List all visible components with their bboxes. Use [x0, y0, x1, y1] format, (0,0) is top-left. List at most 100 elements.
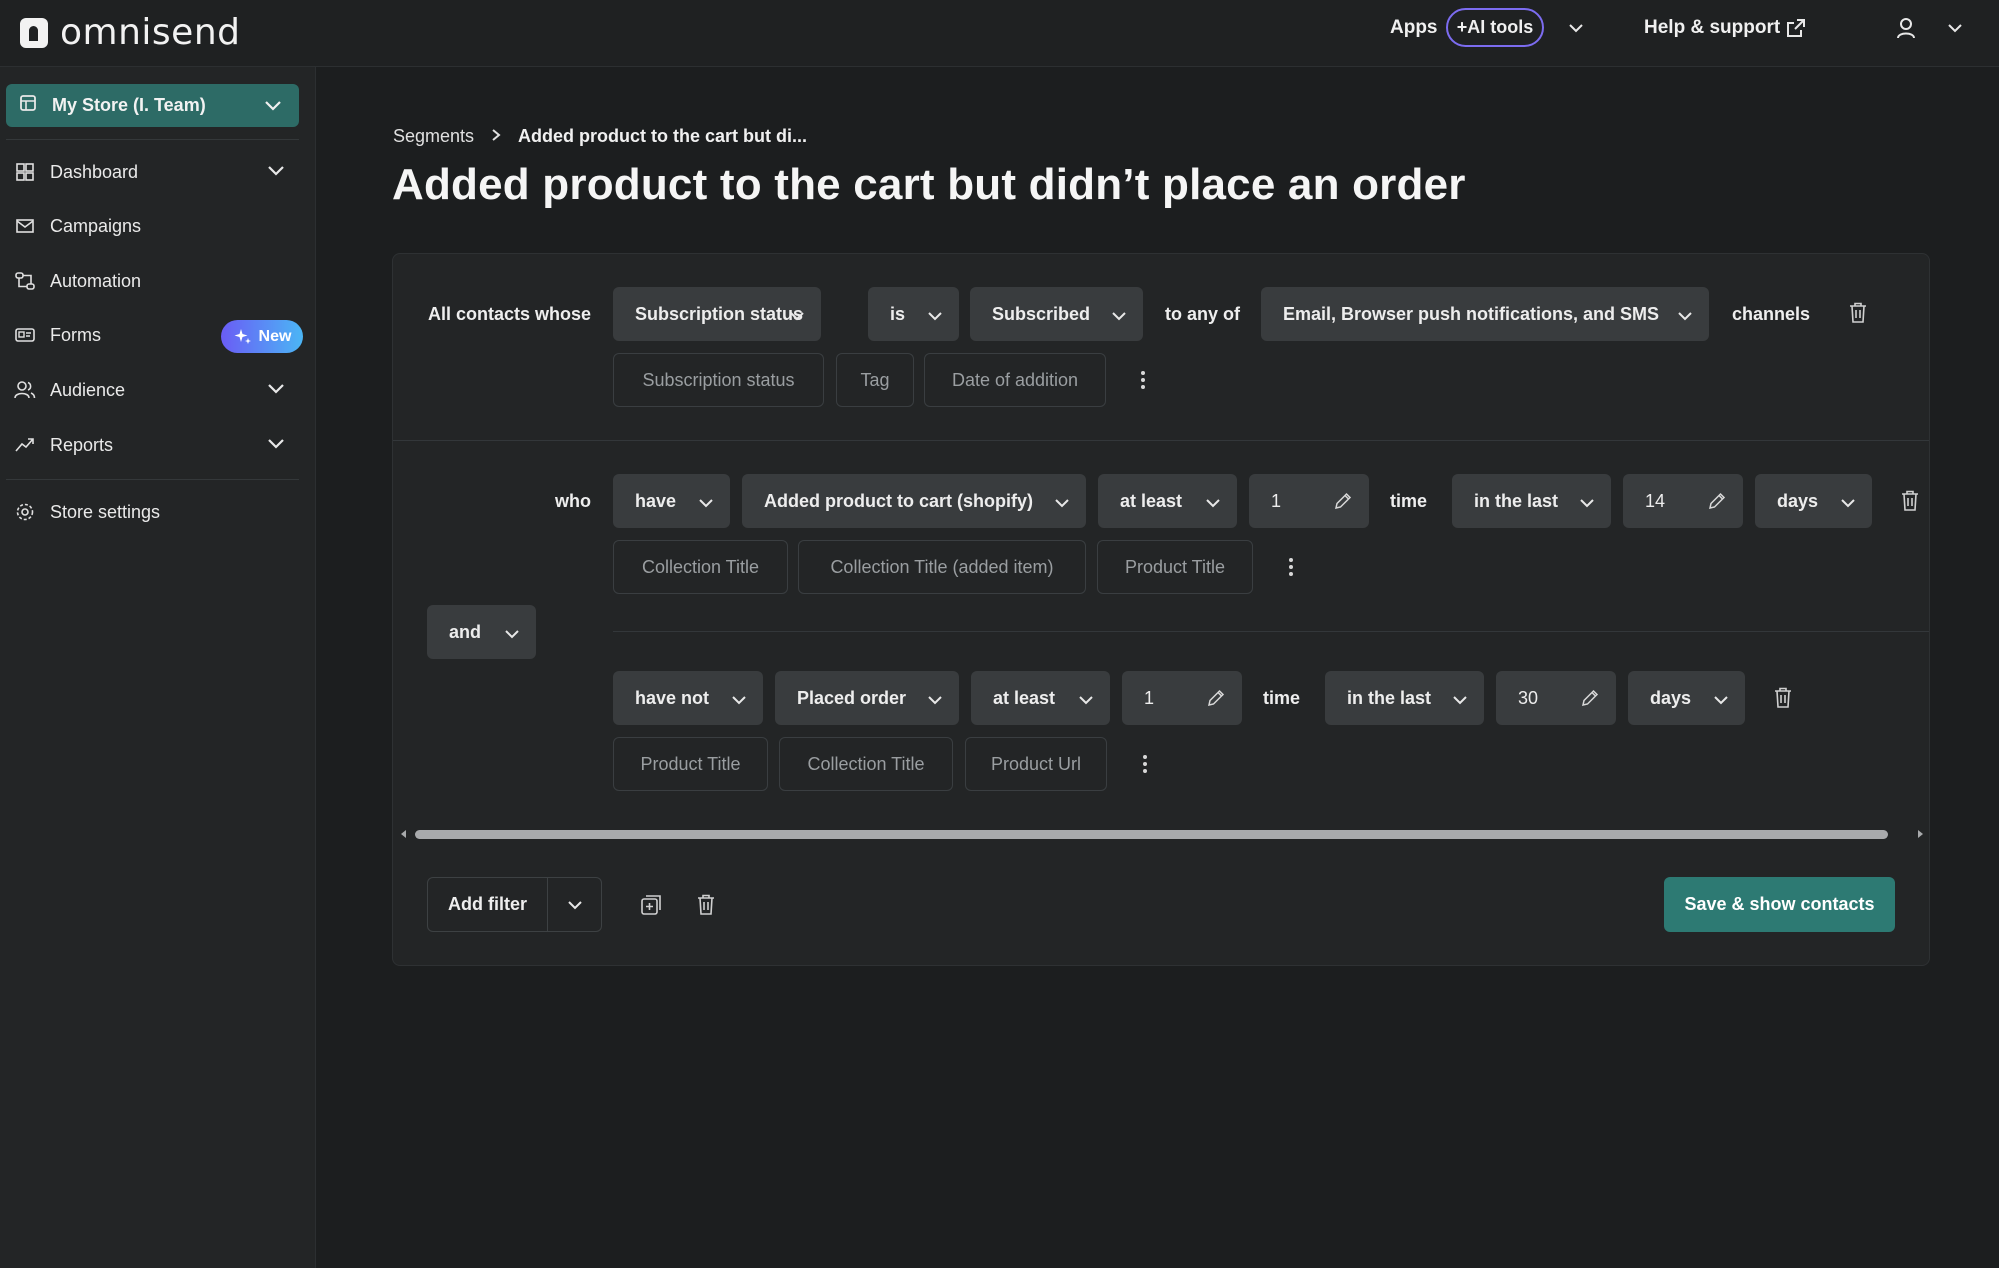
more-options-icon[interactable]: [1135, 749, 1155, 779]
forms-icon: [14, 324, 36, 346]
mail-icon: [14, 215, 36, 237]
count-input[interactable]: 1: [1122, 671, 1242, 725]
suggestion-chip[interactable]: Tag: [836, 353, 914, 407]
chevron-down-icon: [789, 307, 805, 328]
save-show-contacts-button[interactable]: Save & show contacts: [1664, 877, 1895, 932]
apps-menu[interactable]: Apps: [1390, 17, 1438, 39]
unit-select[interactable]: days: [1628, 671, 1745, 725]
ai-tools-button[interactable]: +AI tools: [1446, 8, 1544, 47]
sparkle-icon: [234, 328, 251, 344]
chevron-down-icon: [1840, 494, 1856, 515]
have-not-select[interactable]: have not: [613, 671, 763, 725]
sidebar-item-automation[interactable]: Automation: [14, 263, 304, 299]
add-filter-dropdown[interactable]: [548, 878, 601, 931]
chevron-down-icon[interactable]: [266, 435, 286, 458]
suggestion-chip[interactable]: Product Title: [613, 737, 768, 791]
suggestion-chip[interactable]: Date of addition: [924, 353, 1106, 407]
frequency-select[interactable]: at least: [971, 671, 1110, 725]
suggestion-chip[interactable]: Product Url: [965, 737, 1107, 791]
chevron-down-icon[interactable]: [1945, 18, 1965, 43]
dashboard-icon: [14, 161, 36, 183]
sidebar-item-label: Dashboard: [50, 161, 139, 182]
automation-icon: [14, 270, 36, 292]
trash-icon[interactable]: [1774, 687, 1792, 714]
pencil-icon: [1580, 688, 1600, 713]
unit-select[interactable]: days: [1755, 474, 1872, 528]
external-link-icon[interactable]: [1784, 16, 1808, 45]
trash-icon[interactable]: [1901, 490, 1919, 517]
chevron-down-icon: [927, 691, 943, 712]
help-support-link[interactable]: Help & support: [1644, 17, 1780, 39]
chevron-down-icon[interactable]: [266, 380, 286, 403]
chevron-down-icon: [927, 307, 943, 328]
chevron-down-icon: [1078, 691, 1094, 712]
range-select[interactable]: in the last: [1325, 671, 1484, 725]
suggestion-chip[interactable]: Collection Title: [613, 540, 788, 594]
suggestion-chip[interactable]: Collection Title: [779, 737, 953, 791]
row-divider: [613, 631, 1929, 632]
time-label: time: [1390, 491, 1428, 511]
chevron-down-icon: [1579, 494, 1595, 515]
horizontal-scrollbar[interactable]: [397, 826, 1927, 842]
suggestion-chip[interactable]: Product Title: [1097, 540, 1253, 594]
chevron-down-icon[interactable]: [1566, 18, 1586, 43]
logic-operator-select[interactable]: and: [427, 605, 536, 659]
sidebar-item-campaigns[interactable]: Campaigns: [14, 208, 304, 244]
duplicate-icon[interactable]: [640, 894, 662, 921]
omnisend-logo[interactable]: omnisend: [20, 12, 240, 53]
count-input[interactable]: 1: [1249, 474, 1369, 528]
page-title: Added product to the cart but didn’t pla…: [392, 160, 1466, 209]
range-select[interactable]: in the last: [1452, 474, 1611, 528]
user-account-icon[interactable]: [1896, 17, 1916, 44]
operator-select[interactable]: is: [868, 287, 959, 341]
scroll-left-icon: [401, 830, 406, 838]
event-select[interactable]: Added product to cart (shopify): [742, 474, 1086, 528]
top-bar: omnisend Apps +AI tools Help & support: [0, 0, 1999, 67]
scrollbar-thumb[interactable]: [415, 830, 1888, 839]
chevron-down-icon: [567, 900, 582, 909]
value-select[interactable]: Subscribed: [970, 287, 1143, 341]
range-value-input[interactable]: 30: [1496, 671, 1616, 725]
sidebar-divider: [6, 139, 299, 140]
field-select[interactable]: Subscription status: [613, 287, 821, 341]
trash-icon[interactable]: [697, 894, 715, 921]
store-selector[interactable]: My Store (I. Team): [6, 84, 299, 127]
event-select[interactable]: Placed order: [775, 671, 959, 725]
chevron-down-icon: [1713, 691, 1729, 712]
chevron-down-icon[interactable]: [266, 162, 286, 185]
add-filter-split-button: Add filter: [427, 877, 602, 932]
breadcrumb-segments-link[interactable]: Segments: [393, 126, 474, 147]
suggestion-chip[interactable]: Subscription status: [613, 353, 824, 407]
sidebar-item-reports[interactable]: Reports: [14, 427, 304, 463]
suggestion-chip[interactable]: Collection Title (added item): [798, 540, 1086, 594]
trash-icon[interactable]: [1849, 302, 1867, 329]
sidebar-item-store-settings[interactable]: Store settings: [14, 494, 304, 530]
chevron-down-icon: [1677, 307, 1693, 328]
chevron-down-icon: [504, 625, 520, 646]
time-label: time: [1263, 688, 1301, 708]
store-name: My Store (I. Team): [52, 95, 206, 115]
have-select[interactable]: have: [613, 474, 730, 528]
sidebar-item-label: Store settings: [50, 501, 161, 522]
to-any-of-label: to any of: [1165, 304, 1240, 324]
who-label: who: [555, 491, 591, 511]
channels-label: channels: [1732, 304, 1811, 324]
sidebar-divider: [6, 479, 299, 480]
range-value-input[interactable]: 14: [1623, 474, 1743, 528]
more-options-icon[interactable]: [1281, 552, 1301, 582]
omnisend-logo-icon: [20, 17, 48, 48]
more-options-icon[interactable]: [1133, 365, 1153, 395]
pencil-icon: [1707, 491, 1727, 516]
frequency-select[interactable]: at least: [1098, 474, 1237, 528]
channels-select[interactable]: Email, Browser push notifications, and S…: [1261, 287, 1709, 341]
add-filter-button[interactable]: Add filter: [428, 878, 548, 931]
sidebar-item-label: Automation: [50, 270, 142, 291]
row-divider: [393, 440, 1929, 441]
sidebar-item-label: Reports: [50, 434, 114, 455]
sidebar-item-audience[interactable]: Audience: [14, 372, 304, 408]
sidebar-item-forms[interactable]: Forms New: [14, 317, 304, 353]
scroll-right-icon: [1918, 830, 1923, 838]
reports-icon: [14, 434, 36, 456]
chevron-down-icon: [1111, 307, 1127, 328]
sidebar-item-dashboard[interactable]: Dashboard: [14, 154, 304, 190]
